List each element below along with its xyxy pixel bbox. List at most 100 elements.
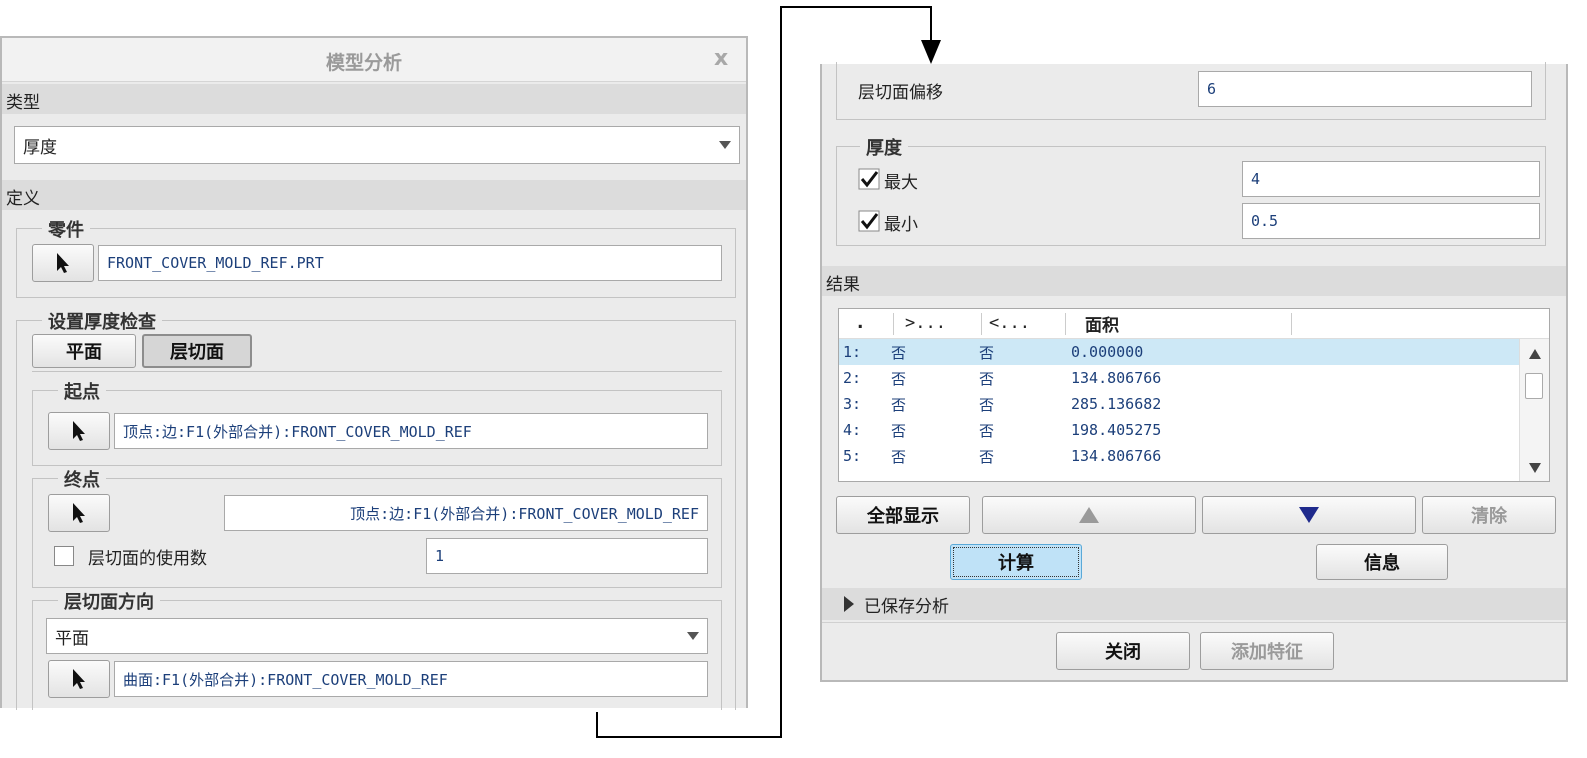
- triangle-down-icon: [1299, 507, 1319, 523]
- max-checkbox[interactable]: [858, 168, 880, 190]
- end-point-title: 终点: [58, 466, 106, 492]
- previous-button[interactable]: [982, 496, 1196, 534]
- tab-divider: [32, 371, 722, 372]
- triangle-up-icon: [1079, 507, 1099, 523]
- close-button[interactable]: 关闭: [1056, 632, 1190, 670]
- col-header-less[interactable]: <...: [989, 313, 1063, 333]
- define-section-header: [2, 180, 746, 210]
- footer-divider: [822, 622, 1566, 623]
- min-checkbox[interactable]: [858, 210, 880, 232]
- close-icon[interactable]: x: [714, 46, 728, 71]
- scroll-up-icon[interactable]: [1529, 349, 1541, 359]
- col-divider: [893, 313, 894, 335]
- row-greater: 否: [891, 343, 907, 362]
- col-header-area[interactable]: 面积: [1085, 311, 1119, 336]
- results-section-header: [822, 266, 1566, 296]
- expand-arrow-icon[interactable]: [844, 596, 854, 612]
- table-scrollbar[interactable]: [1519, 339, 1549, 481]
- slice-count-field[interactable]: 1: [426, 538, 708, 574]
- slice-direction-select-button[interactable]: [48, 660, 110, 698]
- row-index: 2:: [843, 369, 862, 387]
- slice-count-label: 层切面的使用数: [88, 549, 207, 569]
- start-point-select-button[interactable]: [48, 412, 110, 450]
- row-area: 134.806766: [1071, 447, 1162, 465]
- end-point-select-button[interactable]: [48, 494, 110, 532]
- start-point-title: 起点: [58, 378, 106, 404]
- clear-button[interactable]: 清除: [1422, 496, 1556, 534]
- slice-count-checkbox[interactable]: [54, 546, 74, 566]
- type-select-value: 厚度: [23, 137, 57, 158]
- slice-offset-label: 层切面偏移: [858, 83, 943, 103]
- row-greater: 否: [891, 447, 907, 466]
- cursor-arrow-icon: [73, 421, 85, 441]
- row-area: 0.000000: [1071, 343, 1144, 361]
- row-area: 285.136682: [1071, 395, 1162, 413]
- results-table: . >... <... 面积 1: 否 否 0.000000 2: 否 否 13…: [838, 308, 1550, 482]
- type-select[interactable]: 厚度: [14, 126, 740, 164]
- table-row[interactable]: 4: 否 否 198.405275: [839, 417, 1519, 443]
- row-less: 否: [979, 369, 995, 388]
- arrow-down-icon: [921, 40, 941, 64]
- chevron-down-icon[interactable]: [687, 632, 699, 640]
- col-header-index[interactable]: .: [857, 313, 897, 333]
- min-label: 最小: [884, 215, 918, 235]
- slice-direction-select[interactable]: 平面: [46, 618, 708, 654]
- add-feature-button[interactable]: 添加特征: [1200, 632, 1334, 670]
- info-button[interactable]: 信息: [1316, 544, 1448, 580]
- table-row[interactable]: 2: 否 否 134.806766: [839, 365, 1519, 391]
- next-button[interactable]: [1202, 496, 1416, 534]
- connector-vertical-left: [596, 712, 598, 738]
- row-index: 5:: [843, 447, 862, 465]
- results-section-label: 结果: [826, 275, 860, 295]
- compute-button[interactable]: 计算: [950, 544, 1082, 580]
- col-divider: [1065, 313, 1066, 335]
- table-row[interactable]: 5: 否 否 134.806766: [839, 443, 1519, 469]
- part-field[interactable]: FRONT_COVER_MOLD_REF.PRT: [98, 245, 722, 281]
- cursor-arrow-icon: [57, 253, 69, 273]
- model-analysis-dialog-continued: 层切面偏移 6 厚度 最大 4 4 最小 0.5 结果 . >... <... …: [820, 62, 1568, 682]
- dialog-title: 模型分析: [325, 52, 402, 74]
- cursor-arrow-icon: [73, 503, 85, 523]
- start-point-field[interactable]: 顶点:边:F1(外部合并):FRONT_COVER_MOLD_REF: [114, 413, 708, 449]
- tab-plane[interactable]: 平面: [32, 334, 136, 368]
- max-value-field[interactable]: 4: [1242, 161, 1540, 197]
- connector-top: [780, 6, 932, 8]
- row-area: 134.806766: [1071, 369, 1162, 387]
- max-label: 最大: [884, 173, 918, 193]
- type-section-label: 类型: [6, 93, 40, 113]
- cursor-arrow-icon: [73, 669, 85, 689]
- define-section-label: 定义: [6, 189, 40, 209]
- slice-direction-ref-field[interactable]: 曲面:F1(外部合并):FRONT_COVER_MOLD_REF: [114, 661, 708, 697]
- row-less: 否: [979, 395, 995, 414]
- min-value-field[interactable]: 0.5: [1242, 203, 1540, 239]
- row-less: 否: [979, 421, 995, 440]
- model-analysis-dialog: 模型分析 x 类型 厚度 定义 零件 FRONT_COVER_MOLD_REF.…: [0, 36, 748, 710]
- row-greater: 否: [891, 421, 907, 440]
- tab-slices[interactable]: 层切面: [142, 334, 252, 368]
- row-greater: 否: [891, 369, 907, 388]
- row-greater: 否: [891, 395, 907, 414]
- slice-offset-field[interactable]: 6: [1198, 71, 1532, 107]
- table-body: 1: 否 否 0.000000 2: 否 否 134.806766 3: 否 否…: [839, 339, 1519, 481]
- slice-direction-value: 平面: [55, 628, 89, 649]
- row-index: 4:: [843, 421, 862, 439]
- end-point-field[interactable]: 顶点:边:F1(外部合并):FRONT_COVER_MOLD_REF: [224, 495, 708, 531]
- table-row[interactable]: 3: 否 否 285.136682: [839, 391, 1519, 417]
- show-all-button[interactable]: 全部显示: [836, 496, 970, 534]
- scroll-thumb[interactable]: [1525, 373, 1543, 399]
- saved-analysis-label[interactable]: 已保存分析: [864, 592, 949, 617]
- row-index: 3:: [843, 395, 862, 413]
- type-section-header: [2, 84, 746, 114]
- dialog-titlebar: 模型分析 x: [2, 38, 746, 82]
- part-group-title: 零件: [42, 216, 90, 242]
- chevron-down-icon[interactable]: [719, 141, 731, 149]
- part-select-button[interactable]: [32, 244, 94, 282]
- thickness-group-title: 厚度: [860, 134, 908, 160]
- table-row[interactable]: 1: 否 否 0.000000: [839, 339, 1519, 365]
- col-header-greater[interactable]: >...: [905, 313, 979, 333]
- row-less: 否: [979, 343, 995, 362]
- scroll-down-icon[interactable]: [1529, 463, 1541, 473]
- connector-vertical-mid: [780, 6, 782, 738]
- row-less: 否: [979, 447, 995, 466]
- slice-direction-title: 层切面方向: [58, 588, 160, 614]
